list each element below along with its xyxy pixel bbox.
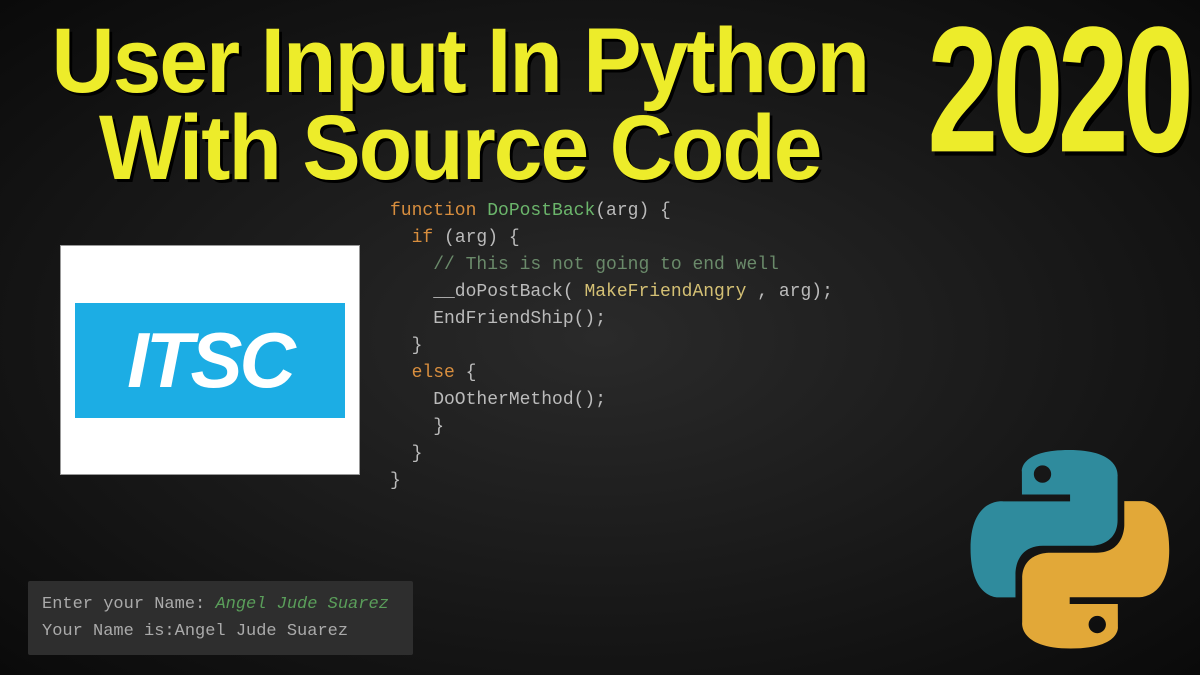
code-text: } — [390, 471, 401, 491]
code-keyword: function — [390, 201, 476, 221]
title-line-2: With Source Code — [51, 105, 868, 192]
itsc-logo-bg: ITSC — [75, 303, 345, 418]
console-output-box: Enter your Name: Angel Jude Suarez Your … — [28, 581, 413, 655]
code-text: EndFriendShip(); — [390, 309, 606, 329]
console-line-1: Enter your Name: Angel Jude Suarez — [42, 591, 399, 618]
code-text: (arg) { — [595, 201, 671, 221]
code-text: DoOtherMethod(); — [390, 390, 606, 410]
itsc-logo-text: ITSC — [127, 315, 293, 406]
code-literal: MakeFriendAngry — [584, 282, 746, 302]
code-text: { — [455, 363, 477, 383]
code-comment: // This is not going to end well — [390, 255, 779, 275]
console-input-value: Angel Jude Suarez — [215, 595, 388, 614]
itsc-logo-container: ITSC — [60, 245, 360, 475]
python-logo-icon — [970, 450, 1170, 650]
code-text: __doPostBack( — [390, 282, 584, 302]
code-text: } — [390, 336, 422, 356]
code-text: } — [390, 444, 422, 464]
code-keyword: else — [390, 363, 455, 383]
console-prompt: Enter your Name: — [42, 595, 215, 614]
title-line-1: User Input In Python — [51, 18, 868, 105]
code-function-name: DoPostBack — [476, 201, 595, 221]
code-text: } — [390, 417, 444, 437]
year-badge: 2020 — [927, 10, 1188, 171]
console-line-2: Your Name is:Angel Jude Suarez — [42, 618, 399, 645]
code-keyword: if — [390, 228, 433, 248]
code-text: (arg) { — [433, 228, 519, 248]
main-title: User Input In Python With Source Code — [30, 18, 890, 193]
code-text: , arg); — [746, 282, 832, 302]
code-snippet: function DoPostBack(arg) { if (arg) { //… — [390, 198, 833, 495]
